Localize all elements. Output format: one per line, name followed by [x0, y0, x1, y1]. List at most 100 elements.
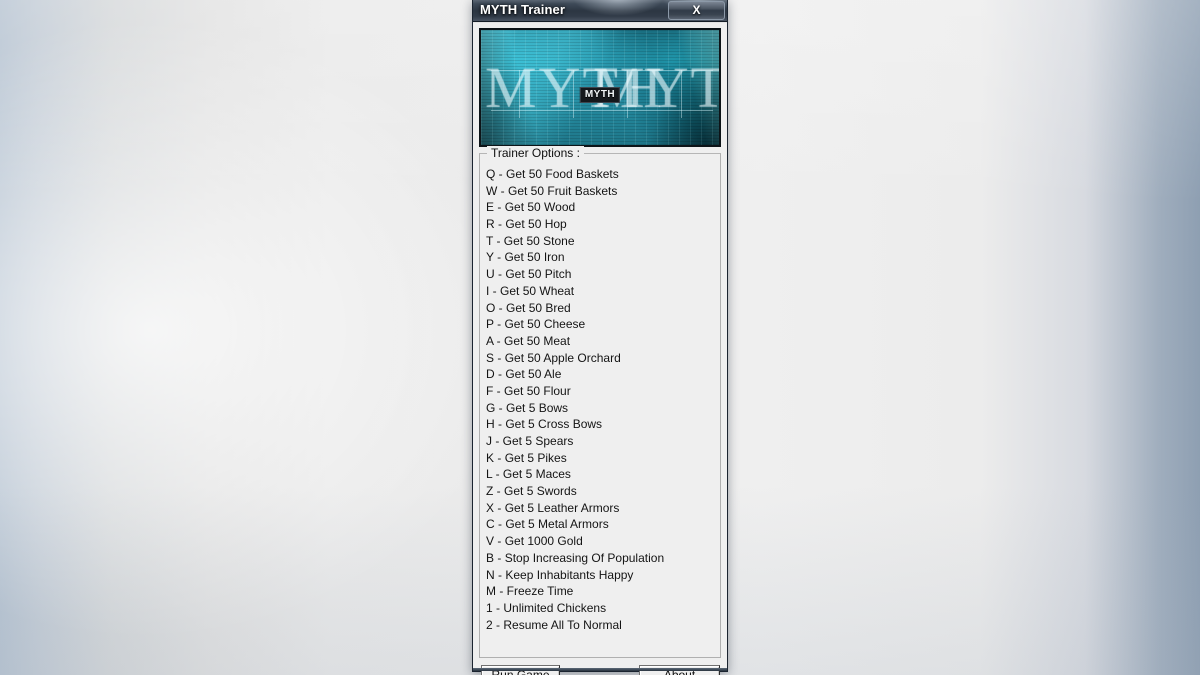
- trainer-option-separator: -: [494, 350, 505, 365]
- trainer-option-key: H: [486, 417, 495, 432]
- trainer-option-item[interactable]: K - Get 5 Pikes: [485, 450, 716, 467]
- trainer-option-separator: -: [494, 217, 506, 232]
- trainer-option-item[interactable]: D - Get 50 Ale: [485, 366, 716, 383]
- title-bar[interactable]: MYTH Trainer X: [473, 0, 727, 22]
- trainer-option-item[interactable]: E - Get 50 Wood: [485, 199, 716, 216]
- trainer-option-key: Y: [486, 250, 494, 265]
- banner-image: MYTH MYTH MYTH: [479, 28, 721, 147]
- trainer-option-label: Get 5 Maces: [502, 467, 571, 482]
- trainer-option-separator: -: [494, 517, 506, 532]
- trainer-option-item[interactable]: Q - Get 50 Food Baskets: [485, 166, 716, 183]
- trainer-option-key: K: [486, 450, 495, 465]
- trainer-option-key: P: [486, 317, 494, 332]
- trainer-option-label: Get 50 Meat: [504, 333, 571, 348]
- trainer-option-separator: -: [496, 584, 507, 599]
- trainer-option-item[interactable]: C - Get 5 Metal Armors: [485, 516, 716, 533]
- trainer-option-label: Get 50 Fruit Baskets: [508, 183, 618, 198]
- trainer-options-list: Q - Get 50 Food Baskets W - Get 50 Fruit …: [485, 166, 716, 633]
- trainer-option-separator: -: [495, 400, 507, 415]
- trainer-option-key: V: [486, 534, 495, 549]
- trainer-option-item[interactable]: J - Get 5 Spears: [485, 433, 716, 450]
- trainer-option-item[interactable]: X - Get 5 Leather Armors: [485, 500, 716, 517]
- trainer-option-item[interactable]: P - Get 50 Cheese: [485, 316, 716, 333]
- trainer-option-separator: -: [494, 567, 506, 582]
- trainer-option-item[interactable]: M - Freeze Time: [485, 583, 716, 600]
- trainer-option-label: Get 50 Ale: [505, 367, 562, 382]
- trainer-option-key: S: [486, 350, 495, 365]
- trainer-option-key: E: [486, 200, 495, 215]
- trainer-option-key: C: [486, 517, 495, 532]
- trainer-option-label: Get 5 Cross Bows: [505, 417, 603, 432]
- trainer-option-item[interactable]: H - Get 5 Cross Bows: [485, 416, 716, 433]
- trainer-option-key: N: [486, 567, 495, 582]
- trainer-option-label: Get 50 Apple Orchard: [504, 350, 621, 365]
- trainer-option-key: G: [486, 400, 496, 415]
- trainer-option-label: Get 5 Swords: [504, 484, 577, 499]
- trainer-option-separator: -: [492, 617, 504, 632]
- trainer-option-label: Get 5 Pikes: [504, 450, 567, 465]
- trainer-option-item[interactable]: W - Get 50 Fruit Baskets: [485, 183, 716, 200]
- trainer-option-separator: -: [493, 233, 504, 248]
- trainer-option-separator: -: [494, 267, 506, 282]
- trainer-option-label: Get 50 Bred: [506, 300, 571, 315]
- window-title: MYTH Trainer: [480, 2, 565, 17]
- trainer-option-separator: -: [494, 534, 505, 549]
- trainer-option-label: Freeze Time: [506, 584, 574, 599]
- trainer-option-label: Get 50 Iron: [504, 250, 565, 265]
- trainer-option-label: Get 1000 Gold: [504, 534, 583, 549]
- trainer-option-item[interactable]: 1 - Unlimited Chickens: [485, 600, 716, 617]
- trainer-option-label: Resume All To Normal: [503, 617, 622, 632]
- trainer-option-item[interactable]: T - Get 50 Stone: [485, 233, 716, 250]
- trainer-option-separator: -: [489, 283, 501, 298]
- trainer-options-legend: Trainer Options :: [487, 146, 584, 160]
- trainer-option-item[interactable]: 2 - Resume All To Normal: [485, 617, 716, 634]
- trainer-option-item[interactable]: R - Get 50 Hop: [485, 216, 716, 233]
- trainer-option-separator: -: [495, 300, 507, 315]
- trainer-option-separator: -: [493, 383, 505, 398]
- trainer-option-item[interactable]: S - Get 50 Apple Orchard: [485, 350, 716, 367]
- trainer-option-item[interactable]: B - Stop Increasing Of Population: [485, 550, 716, 567]
- trainer-option-key: 1: [486, 600, 493, 615]
- trainer-option-key: U: [486, 267, 495, 282]
- trainer-option-label: Get 50 Hop: [505, 217, 567, 232]
- trainer-option-item[interactable]: F - Get 50 Flour: [485, 383, 716, 400]
- trainer-option-item[interactable]: I - Get 50 Wheat: [485, 283, 716, 300]
- trainer-option-key: 2: [486, 617, 493, 632]
- trainer-option-item[interactable]: N - Keep Inhabitants Happy: [485, 567, 716, 584]
- trainer-option-key: O: [486, 300, 496, 315]
- trainer-option-separator: -: [494, 550, 505, 565]
- trainer-option-item[interactable]: A - Get 50 Meat: [485, 333, 716, 350]
- client-area: MYTH MYTH MYTH Trainer Options : Q - Get…: [473, 22, 727, 675]
- trainer-option-separator: -: [492, 600, 504, 615]
- trainer-option-item[interactable]: L - Get 5 Maces: [485, 466, 716, 483]
- trainer-option-separator: -: [493, 250, 505, 265]
- trainer-option-key: D: [486, 367, 495, 382]
- trainer-options-groupbox: Trainer Options : Q - Get 50 Food Basket…: [479, 146, 721, 658]
- trainer-option-label: Get 50 Wheat: [500, 283, 575, 298]
- trainer-option-item[interactable]: U - Get 50 Pitch: [485, 266, 716, 283]
- trainer-option-separator: -: [497, 183, 508, 198]
- trainer-option-label: Get 50 Cheese: [504, 317, 586, 332]
- trainer-option-label: Get 50 Flour: [504, 383, 571, 398]
- trainer-option-label: Get 5 Leather Armors: [504, 500, 620, 515]
- trainer-option-separator: -: [494, 200, 505, 215]
- trainer-option-separator: -: [492, 467, 503, 482]
- trainer-option-label: Stop Increasing Of Population: [504, 550, 665, 565]
- trainer-option-item[interactable]: Z - Get 5 Swords: [485, 483, 716, 500]
- trainer-option-item[interactable]: O - Get 50 Bred: [485, 300, 716, 317]
- trainer-option-separator: -: [495, 167, 507, 181]
- trainer-option-label: Get 5 Metal Armors: [505, 517, 609, 532]
- myth-trainer-window: MYTH Trainer X MYTH MYTH MYTH Trainer Op…: [472, 0, 728, 675]
- trainer-option-item[interactable]: V - Get 1000 Gold: [485, 533, 716, 550]
- trainer-option-separator: -: [494, 450, 505, 465]
- trainer-option-separator: -: [492, 434, 503, 448]
- trainer-option-key: M: [486, 584, 496, 599]
- trainer-option-item[interactable]: G - Get 5 Bows: [485, 400, 716, 417]
- close-button[interactable]: X: [668, 1, 725, 20]
- trainer-option-item[interactable]: Y - Get 50 Iron: [485, 249, 716, 266]
- title-bar-glow-left: [573, 0, 663, 16]
- trainer-option-separator: -: [494, 367, 506, 382]
- trainer-option-label: Unlimited Chickens: [503, 600, 607, 615]
- trainer-option-separator: -: [494, 417, 506, 432]
- trainer-option-label: Get 50 Pitch: [505, 267, 572, 282]
